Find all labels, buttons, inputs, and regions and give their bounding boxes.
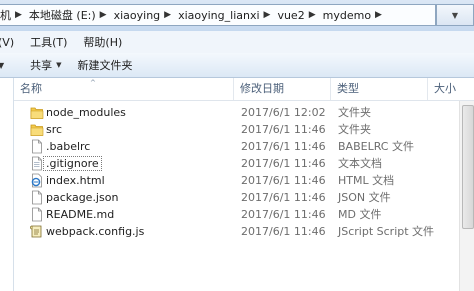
list-item[interactable]: node_modules 2017/6/1 12:02 文件夹 [14,104,474,121]
breadcrumb-separator-icon[interactable]: ▶ [373,10,386,20]
file-date: 2017/6/1 11:46 [241,157,326,170]
file-date: 2017/6/1 11:46 [241,225,326,238]
html-file-icon [31,173,42,188]
breadcrumb[interactable]: 机 ▶ 本地磁盘 (E:) ▶ xiaoying ▶ xiaoying_lian… [0,4,436,26]
chevron-down-icon: ▼ [56,61,62,69]
menu-bar: (V) 工具(T) 帮助(H) [0,31,474,54]
file-type: JSON 文件 [338,191,391,204]
file-type: 文本文档 [338,157,382,170]
address-history-dropdown[interactable]: ▼ [436,4,474,26]
organize-dropdown-icon[interactable]: ▼ [0,61,22,70]
scrollbar-thumb[interactable] [462,105,474,229]
breadcrumb-separator-icon[interactable]: ▶ [13,10,26,20]
vertical-scrollbar[interactable] [459,101,474,291]
breadcrumb-computer[interactable]: 机 [0,7,13,23]
navigation-pane[interactable] [0,78,14,291]
breadcrumb-separator-icon[interactable]: ▶ [307,10,320,20]
file-name: webpack.config.js [46,225,145,238]
sort-ascending-icon: ^ [90,79,96,87]
file-date: 2017/6/1 11:46 [241,174,326,187]
folder-icon [30,124,44,136]
file-date: 2017/6/1 11:46 [241,208,326,221]
breadcrumb-separator-icon[interactable]: ▶ [262,10,275,20]
file-name: .gitignore [43,155,102,172]
address-bar: 机 ▶ 本地磁盘 (E:) ▶ xiaoying ▶ xiaoying_lian… [0,0,474,32]
file-type: JScript Script 文件 [338,225,435,238]
file-list: node_modules 2017/6/1 12:02 文件夹 src 2017… [14,104,474,240]
new-folder-label: 新建文件夹 [77,59,133,72]
file-type: MD 文件 [338,208,382,221]
command-bar: ▼ 共享 ▼ 新建文件夹 [0,53,474,78]
column-header-date[interactable]: 修改日期 [234,78,331,100]
file-name: README.md [46,208,115,221]
column-header-row: 名称 ^ 修改日期 类型 大小 [14,78,474,101]
breadcrumb-mydemo[interactable]: mydemo [320,9,373,22]
list-item[interactable]: package.json 2017/6/1 11:46 JSON 文件 1 [14,189,474,206]
file-icon [32,139,42,154]
list-item[interactable]: README.md 2017/6/1 11:46 MD 文件 1 [14,206,474,223]
list-item[interactable]: .gitignore 2017/6/1 11:46 文本文档 1 [14,155,474,172]
file-date: 2017/6/1 11:46 [241,191,326,204]
file-name-text: .gitignore [43,156,102,171]
file-name: src [46,123,63,136]
share-label: 共享 [30,59,53,72]
file-icon [32,207,42,222]
file-name: index.html [46,174,105,187]
file-date: 2017/6/1 11:46 [241,140,326,153]
file-type: HTML 文档 [338,174,395,187]
list-item[interactable]: webpack.config.js 2017/6/1 11:46 JScript… [14,223,474,240]
list-item[interactable]: src 2017/6/1 11:46 文件夹 [14,121,474,138]
column-header-date-label: 修改日期 [240,82,284,95]
breadcrumb-separator-icon[interactable]: ▶ [162,10,175,20]
file-type: 文件夹 [338,106,371,119]
menu-view[interactable]: (V) [0,36,22,49]
text-file-icon [32,156,42,171]
column-header-type-label: 类型 [337,82,359,95]
script-file-icon [30,225,42,238]
new-folder-button[interactable]: 新建文件夹 [70,57,141,73]
list-item[interactable]: index.html 2017/6/1 11:46 HTML 文档 1 [14,172,474,189]
column-header-type[interactable]: 类型 [331,78,428,100]
share-button[interactable]: 共享 ▼ [22,57,69,73]
breadcrumb-separator-icon[interactable]: ▶ [98,10,111,20]
file-name: node_modules [46,106,126,119]
folder-icon [30,107,44,119]
file-icon [32,190,42,205]
file-date: 2017/6/1 12:02 [241,106,326,119]
column-header-size[interactable]: 大小 [428,78,474,100]
column-header-size-label: 大小 [434,82,456,95]
file-type: 文件夹 [338,123,371,136]
file-name: package.json [46,191,119,204]
file-type: BABELRC 文件 [338,140,414,153]
column-header-name[interactable]: 名称 [14,78,234,100]
column-header-name-label: 名称 [20,82,42,95]
chevron-down-icon: ▼ [451,10,459,20]
breadcrumb-drive-e[interactable]: 本地磁盘 (E:) [26,7,98,23]
breadcrumb-vue2[interactable]: vue2 [274,9,306,22]
list-item[interactable]: .babelrc 2017/6/1 11:46 BABELRC 文件 1 [14,138,474,155]
breadcrumb-xiaoying-lianxi[interactable]: xiaoying_lianxi [175,9,261,22]
menu-help[interactable]: 帮助(H) [75,34,130,50]
breadcrumb-xiaoying[interactable]: xiaoying [111,9,163,22]
menu-tools[interactable]: 工具(T) [22,34,75,50]
file-name: .babelrc [46,140,91,153]
file-date: 2017/6/1 11:46 [241,123,326,136]
